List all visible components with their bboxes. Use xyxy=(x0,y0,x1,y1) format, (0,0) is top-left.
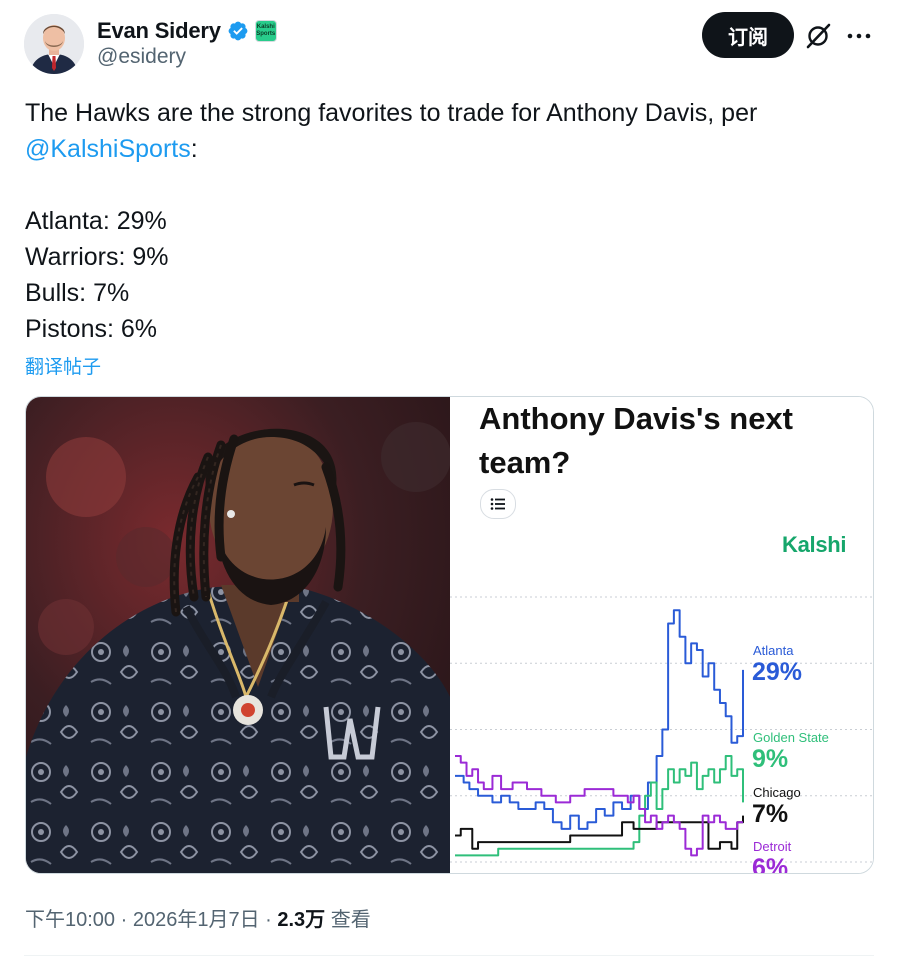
kalshi-logo: Kalshi xyxy=(782,532,847,557)
mention-link[interactable]: @KalshiSports xyxy=(25,135,191,163)
view-count: 2.3万 xyxy=(277,909,326,931)
series-name-golden-state: Golden State xyxy=(753,730,829,745)
tweet-text-start: The Hawks are the strong favorites to tr… xyxy=(25,99,765,127)
more-icon[interactable] xyxy=(844,22,874,50)
meta-separator: · xyxy=(259,909,278,931)
series-name-atlanta: Atlanta xyxy=(753,643,794,658)
views-label: 查看 xyxy=(325,909,371,931)
series-line-atlanta xyxy=(455,609,744,830)
chart-panel: Atlanta 29% Golden State 9% Chicago 7% Detroit… xyxy=(450,397,873,874)
list-icon xyxy=(490,498,505,510)
verified-badge-icon xyxy=(228,21,248,41)
series-name-chicago: Chicago xyxy=(753,785,801,800)
tweet-text: The Hawks are the strong favorites to tr… xyxy=(25,95,865,347)
series-value-atlanta: 29% xyxy=(752,658,802,686)
series-value-golden-state: 9% xyxy=(752,745,788,773)
series-line-golden-state xyxy=(455,755,744,857)
handle[interactable]: @esidery xyxy=(97,45,186,69)
list-button[interactable] xyxy=(480,489,516,519)
avatar[interactable] xyxy=(24,14,84,74)
tweet-header: Evan Sidery Kalshi Sports @esidery 订阅 xyxy=(24,12,874,76)
grok-icon[interactable] xyxy=(804,22,832,50)
media-card[interactable]: Atlanta 29% Golden State 9% Chicago 7% Detroit… xyxy=(25,396,874,874)
affiliate-badge[interactable]: Kalshi Sports xyxy=(254,20,277,42)
translate-post-link[interactable]: 翻译帖子 xyxy=(25,352,101,379)
series-name-detroit: Detroit xyxy=(753,839,792,854)
series-value-detroit: 6% xyxy=(752,854,788,874)
series-value-chicago: 7% xyxy=(752,800,788,828)
player-photo[interactable] xyxy=(26,397,450,874)
tweet-text-rest: : Atlanta: 29% Warriors: 9% Bulls: 7% Pi… xyxy=(25,135,198,343)
subscribe-button[interactable]: 订阅 xyxy=(702,12,794,58)
name-row: Evan Sidery Kalshi Sports xyxy=(97,18,277,44)
post-date[interactable]: 2026年1月7日 xyxy=(133,909,260,931)
series-line-chicago xyxy=(455,815,744,850)
display-name[interactable]: Evan Sidery xyxy=(97,18,221,44)
chart-title: Anthony Davis's next team? xyxy=(479,401,793,480)
tweet-meta: 下午10:00 · 2026年1月7日 · 2.3万 查看 xyxy=(25,903,371,932)
meta-separator: · xyxy=(115,909,133,931)
post-time[interactable]: 下午10:00 xyxy=(25,909,115,931)
series-line-detroit xyxy=(455,755,743,857)
divider xyxy=(24,955,874,956)
